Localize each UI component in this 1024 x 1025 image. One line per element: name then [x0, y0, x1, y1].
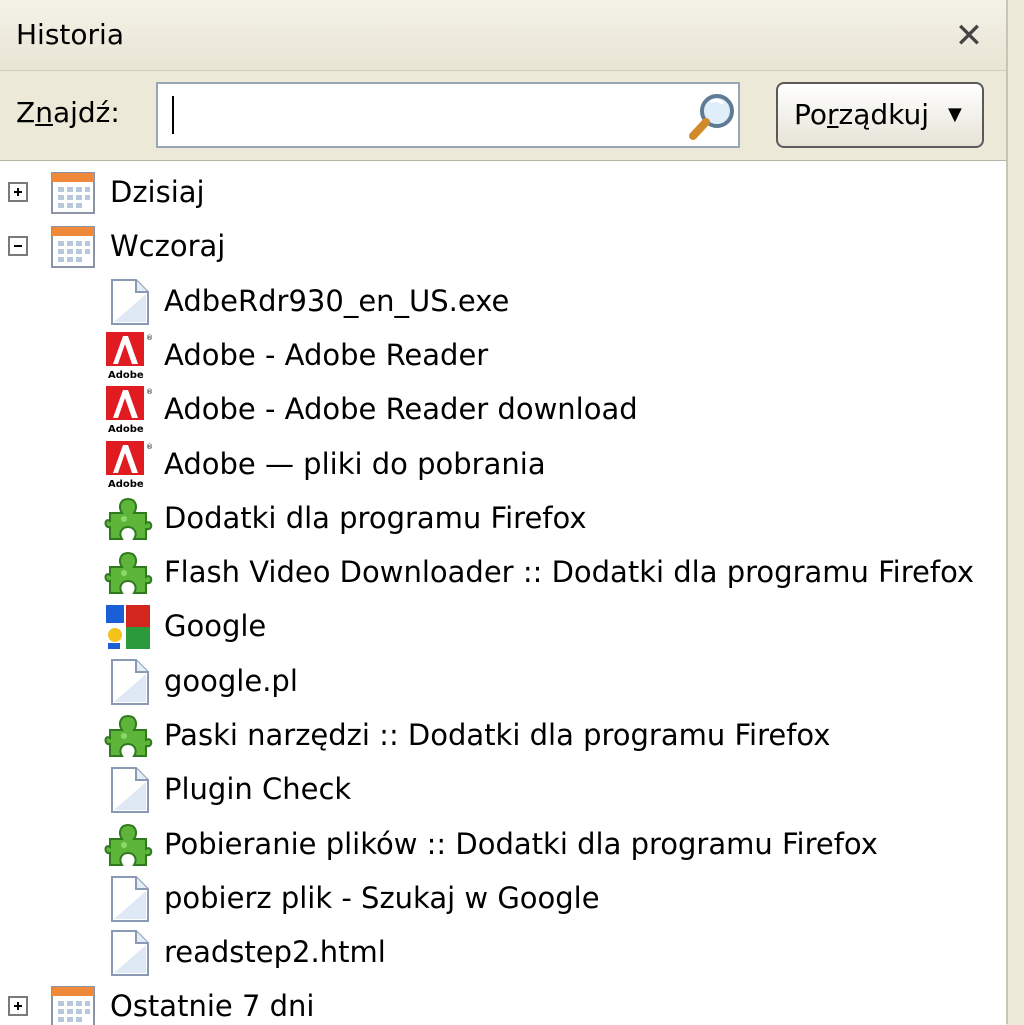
entry-label: Pobieranie plików :: Dodatki dla program…	[164, 827, 878, 861]
history-group[interactable]: Dzisiaj	[0, 165, 1006, 219]
history-entry[interactable]: Adobe ® Adobe - Adobe Reader	[0, 328, 1006, 382]
entry-label: Adobe - Adobe Reader download	[164, 392, 638, 426]
history-entry[interactable]: Adobe ® Adobe - Adobe Reader download	[0, 382, 1006, 436]
sidebar-header: Historia ✕	[0, 0, 1006, 71]
entry-label: Dodatki dla programu Firefox	[164, 501, 587, 535]
entry-label: Adobe - Adobe Reader	[164, 338, 489, 372]
entry-label: Plugin Check	[164, 772, 352, 806]
entry-label: pobierz plik - Szukaj w Google	[164, 881, 600, 915]
calendar-icon	[51, 172, 95, 214]
panel-border	[1006, 0, 1008, 1024]
history-entry[interactable]: readstep2.html	[0, 925, 1006, 979]
history-group[interactable]: Wczoraj	[0, 219, 1006, 273]
close-icon: ✕	[954, 16, 984, 56]
entry-label: Google	[164, 609, 267, 643]
search-input[interactable]	[156, 82, 740, 148]
svg-text:®: ®	[146, 443, 153, 451]
page-icon	[111, 279, 149, 325]
history-entry[interactable]: Paski narzędzi :: Dodatki dla programu F…	[0, 708, 1006, 762]
close-button[interactable]: ✕	[944, 14, 994, 58]
history-entry[interactable]: pobierz plik - Szukaj w Google	[0, 871, 1006, 925]
history-tree: Dzisiaj Wczoraj AdbeRdr930_en_US.exe Adobe ®…	[0, 160, 1006, 1025]
group-label: Ostatnie 7 dni	[110, 989, 315, 1023]
history-entry[interactable]: Adobe ® Adobe — pliki do pobrania	[0, 437, 1006, 491]
page-icon	[111, 930, 149, 976]
magnifier-icon	[689, 94, 734, 140]
entry-label: Adobe — pliki do pobrania	[164, 447, 546, 481]
svg-text:Adobe: Adobe	[108, 370, 144, 380]
expand-icon[interactable]	[8, 182, 28, 202]
svg-text:Adobe: Adobe	[108, 479, 144, 489]
svg-text:®: ®	[146, 334, 153, 342]
entry-label: AdbeRdr930_en_US.exe	[164, 284, 510, 318]
google-icon	[106, 605, 150, 649]
collapse-icon[interactable]	[8, 236, 28, 256]
page-icon	[111, 659, 149, 705]
puzzle-icon	[104, 497, 153, 540]
expand-icon[interactable]	[8, 996, 28, 1016]
history-entry[interactable]: Dodatki dla programu Firefox	[0, 491, 1006, 545]
history-entry[interactable]: Google	[0, 599, 1006, 653]
search-label: Znajdź:	[16, 96, 120, 129]
history-entry[interactable]: AdbeRdr930_en_US.exe	[0, 274, 1006, 328]
calendar-icon	[51, 986, 95, 1025]
entry-label: google.pl	[164, 664, 298, 698]
history-entry[interactable]: Plugin Check	[0, 762, 1006, 816]
svg-text:®: ®	[146, 388, 153, 396]
entry-label: Paski narzędzi :: Dodatki dla programu F…	[164, 718, 831, 752]
puzzle-icon	[104, 823, 153, 866]
text-caret	[172, 96, 174, 134]
sort-button[interactable]: Porządkuj ▼	[776, 82, 984, 148]
page-icon	[111, 876, 149, 922]
entry-label: readstep2.html	[164, 935, 386, 969]
adobe-icon: Adobe ®	[106, 386, 153, 434]
group-label: Dzisiaj	[110, 175, 205, 209]
history-entry[interactable]: google.pl	[0, 654, 1006, 708]
page-icon	[111, 767, 149, 813]
search-row: Znajdź: Porządkuj ▼	[0, 72, 1006, 160]
svg-text:Adobe: Adobe	[108, 424, 144, 434]
group-label: Wczoraj	[110, 229, 226, 263]
entry-label: Flash Video Downloader :: Dodatki dla pr…	[164, 555, 975, 589]
history-entry[interactable]: Flash Video Downloader :: Dodatki dla pr…	[0, 545, 1006, 599]
history-group[interactable]: Ostatnie 7 dni	[0, 979, 1006, 1025]
puzzle-icon	[104, 714, 153, 757]
adobe-icon: Adobe ®	[106, 332, 153, 380]
history-entry[interactable]: Pobieranie plików :: Dodatki dla program…	[0, 817, 1006, 871]
puzzle-icon	[104, 551, 153, 594]
adobe-icon: Adobe ®	[106, 441, 153, 489]
dropdown-arrow-icon: ▼	[948, 104, 962, 125]
calendar-icon	[51, 226, 95, 268]
sidebar-title: Historia	[16, 18, 124, 51]
